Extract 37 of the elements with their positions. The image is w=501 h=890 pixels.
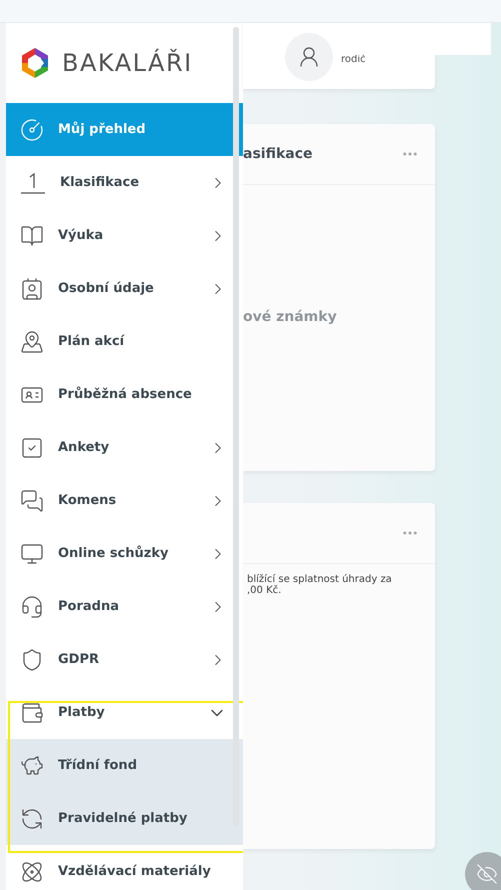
empty-message: ové známky <box>243 309 338 325</box>
card-title: asifikace <box>243 146 313 162</box>
book-icon <box>20 224 44 248</box>
logo-text: BAKALÁŘI <box>62 49 193 77</box>
submenu-item[interactable]: Třídní fond <box>6 739 243 792</box>
chat-icon <box>20 488 44 512</box>
menu-item[interactable]: Průběžná absence <box>6 368 243 421</box>
wallet-icon <box>20 700 44 724</box>
menu-item[interactable]: Ankety <box>6 421 243 474</box>
menu-item[interactable]: Osobní údaje <box>6 262 243 315</box>
menu-item[interactable]: Platby <box>6 686 243 739</box>
notice-text: ,00 Kč. <box>246 585 282 596</box>
map-pin-icon <box>20 330 44 354</box>
menu-item[interactable]: Výuka <box>6 209 243 262</box>
checkbox-icon <box>20 436 44 460</box>
piggy-bank-icon <box>20 754 44 778</box>
menu-item[interactable]: GDPR <box>6 633 243 686</box>
menu-item[interactable]: Online schůzky <box>6 527 243 580</box>
menu-item[interactable]: Poradna <box>6 580 243 633</box>
notice-text: blížící se splatnost úhrady za <box>246 574 393 585</box>
submenu-item[interactable]: Pravidelné platby <box>6 792 243 845</box>
user-avatar[interactable] <box>285 33 333 81</box>
scrollbar[interactable] <box>233 27 239 827</box>
menu-item[interactable]: Plán akcí <box>6 315 243 368</box>
number-icon <box>20 170 46 194</box>
refresh-icon <box>20 806 44 830</box>
menu-item[interactable]: Vzdělávací materiály <box>6 845 243 890</box>
logo-icon <box>20 47 50 79</box>
gauge-icon <box>20 118 44 142</box>
headset-icon <box>20 594 44 618</box>
user-role: rodič <box>341 54 366 65</box>
atom-icon <box>20 860 44 884</box>
menu-item[interactable]: Komens <box>6 474 243 527</box>
eye-off-icon <box>476 863 498 885</box>
menu-item[interactable]: Klasifikace <box>6 156 243 209</box>
hide-button[interactable] <box>465 852 501 890</box>
monitor-icon <box>20 542 44 566</box>
